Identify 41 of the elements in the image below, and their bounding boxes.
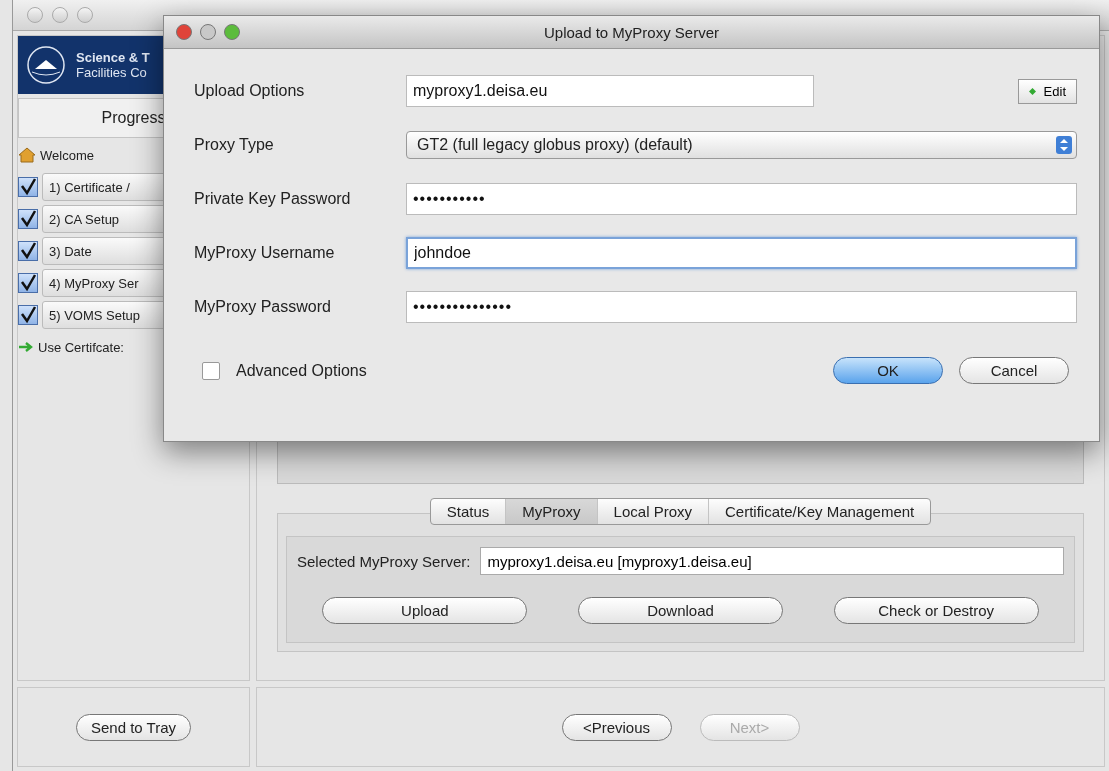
dialog-button[interactable]: OK bbox=[833, 357, 943, 384]
dialog-button[interactable]: Cancel bbox=[959, 357, 1069, 384]
arrow-right-icon bbox=[18, 341, 34, 353]
nav-button[interactable]: <Previous bbox=[561, 713, 672, 741]
window-control-icon[interactable] bbox=[77, 7, 93, 23]
tab[interactable]: Local Proxy bbox=[597, 499, 709, 524]
close-icon[interactable] bbox=[176, 24, 192, 40]
checkbox[interactable] bbox=[18, 177, 38, 197]
server-field[interactable]: myproxy1.deisa.eu [myproxy1.deisa.eu] bbox=[480, 547, 1064, 575]
checkbox[interactable] bbox=[202, 361, 220, 380]
field-label: Upload Options bbox=[194, 82, 306, 100]
diamond-icon bbox=[1028, 87, 1036, 95]
edit-button[interactable]: Edit bbox=[1017, 78, 1077, 104]
tab[interactable]: MyProxy bbox=[506, 499, 598, 524]
action-button[interactable]: Download bbox=[578, 597, 783, 624]
logo-text: Facilities Co bbox=[76, 65, 148, 80]
checkbox[interactable] bbox=[18, 273, 38, 293]
tab[interactable]: Certificate/Key Management bbox=[709, 499, 931, 524]
minimize-icon[interactable] bbox=[200, 24, 216, 40]
field-label: Proxy Type bbox=[194, 136, 275, 154]
checkbox[interactable] bbox=[18, 241, 38, 261]
dialog-title: Upload to MyProxy Server bbox=[543, 23, 720, 41]
zoom-icon[interactable] bbox=[224, 24, 240, 40]
action-button[interactable]: Check or Destroy bbox=[833, 597, 1039, 624]
proxy-type-dropdown[interactable]: GT2 (full legacy globus proxy) (default) bbox=[406, 131, 1077, 159]
server-label: Selected MyProxy Server: bbox=[297, 552, 471, 570]
text-field[interactable]: myproxy1.deisa.eu bbox=[406, 75, 814, 107]
window-control-icon[interactable] bbox=[52, 7, 68, 23]
stepper-icon bbox=[1056, 136, 1072, 154]
password-field[interactable]: ••••••••••• bbox=[406, 183, 1077, 215]
checkbox[interactable] bbox=[18, 209, 38, 229]
house-icon bbox=[18, 147, 36, 163]
checkbox[interactable] bbox=[18, 305, 38, 325]
send-to-tray-button[interactable]: Send to Tray bbox=[75, 713, 192, 741]
window-control-icon[interactable] bbox=[27, 7, 43, 23]
checkbox-label: Advanced Options bbox=[236, 361, 367, 380]
action-button[interactable]: Upload bbox=[322, 597, 528, 624]
password-field[interactable]: ••••••••••••••• bbox=[406, 291, 1077, 323]
sunrise-logo-icon bbox=[26, 45, 66, 85]
logo-text: Science & T bbox=[76, 50, 150, 65]
text-field[interactable]: johndoe bbox=[406, 237, 1077, 269]
